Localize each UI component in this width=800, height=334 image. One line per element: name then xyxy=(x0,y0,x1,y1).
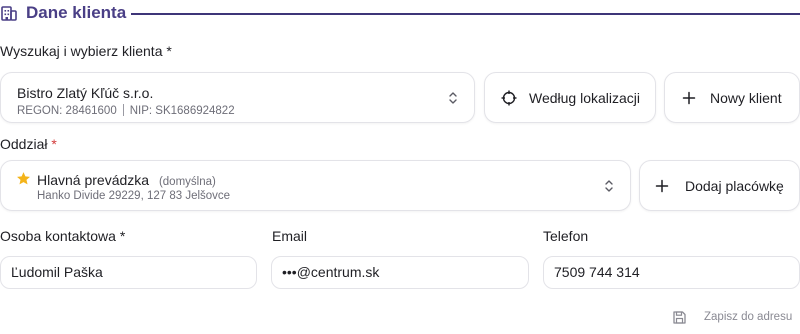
branch-name-row: Hlavná prevádzka (domyślna) xyxy=(37,172,216,188)
client-nip: NIP: SK1686924822 xyxy=(129,105,235,117)
chevron-up-down-icon xyxy=(605,180,613,192)
email-label: Email xyxy=(272,228,308,244)
save-icon xyxy=(673,311,686,324)
branch-select[interactable]: Hlavná prevádzka (domyślna) Hanko Divide… xyxy=(0,160,631,211)
client-regon: REGON: 28461600 xyxy=(17,105,117,117)
new-client-label: Nowy klient xyxy=(710,89,782,106)
client-required-mark: * xyxy=(166,43,172,59)
client-label-text: Wyszukaj i wybierz klienta xyxy=(0,43,163,59)
branch-label-text: Oddział xyxy=(0,136,48,152)
plus-icon xyxy=(655,179,669,192)
star-icon xyxy=(17,172,30,185)
section-divider xyxy=(131,13,800,15)
branch-name: Hlavná prevádzka xyxy=(37,172,150,188)
client-name: Bistro Zlatý Kľúč s.r.o. xyxy=(17,85,154,101)
phone-label: Telefon xyxy=(543,228,589,244)
client-identifiers: REGON: 28461600 NIP: SK1686924822 xyxy=(17,104,235,117)
branch-default-tag: (domyślna) xyxy=(158,176,216,188)
client-select[interactable]: Bistro Zlatý Kľúč s.r.o. REGON: 28461600… xyxy=(0,72,475,123)
branch-label: Oddział * xyxy=(0,136,57,152)
phone-input[interactable]: 7509 744 314 xyxy=(543,256,800,289)
crosshair-icon xyxy=(501,90,517,105)
new-client-button[interactable]: Nowy klient xyxy=(664,72,800,123)
section-header: Dane klienta xyxy=(0,0,800,28)
plus-icon xyxy=(682,91,696,104)
building-icon xyxy=(1,6,17,21)
contact-person-label: Osoba kontaktowa * xyxy=(0,228,126,244)
chevron-up-down-icon xyxy=(449,92,457,104)
section-title: Dane klienta xyxy=(26,3,127,22)
by-location-label: Według lokalizacji xyxy=(529,89,641,106)
branch-address: Hanko Divide 29229, 127 83 Jelšovce xyxy=(37,190,231,202)
id-separator xyxy=(122,104,124,116)
branch-required-mark: * xyxy=(51,136,57,152)
add-branch-button[interactable]: Dodaj placówkę xyxy=(639,160,800,211)
contact-person-input[interactable]: Ľudomil Paška xyxy=(0,256,257,289)
email-input[interactable]: •••@centrum.sk xyxy=(271,256,529,289)
save-to-address-label: Zapisz do adresu xyxy=(704,311,793,323)
add-branch-label: Dodaj placówkę xyxy=(685,177,784,194)
client-label: Wyszukaj i wybierz klienta * xyxy=(0,43,172,59)
by-location-button[interactable]: Według lokalizacji xyxy=(484,72,656,123)
